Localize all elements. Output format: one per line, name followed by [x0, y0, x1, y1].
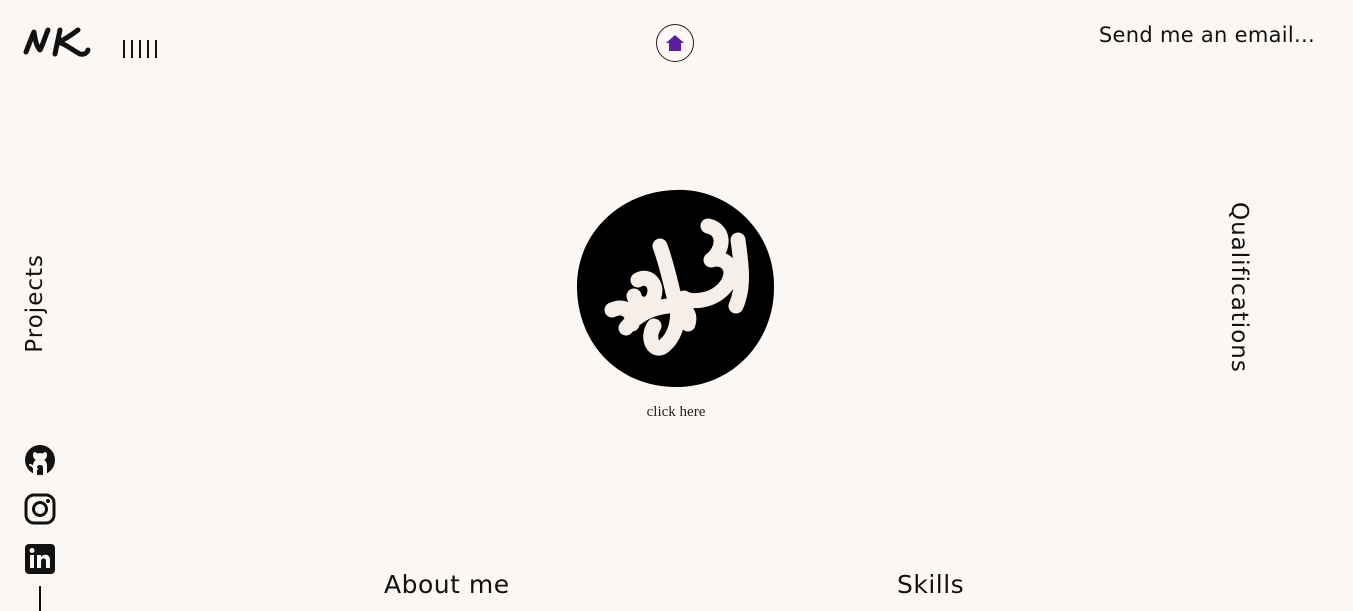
menu-bar	[123, 40, 125, 58]
linkedin-link[interactable]	[24, 543, 56, 575]
send-email-link[interactable]: Send me an email...	[1099, 23, 1315, 47]
github-link[interactable]	[24, 444, 56, 476]
about-me-heading: About me	[384, 570, 510, 599]
skills-heading: Skills	[897, 570, 965, 599]
github-icon	[25, 445, 55, 475]
linkedin-icon	[25, 544, 55, 574]
click-here-label[interactable]: click here	[576, 404, 776, 421]
avatar-logo[interactable]	[576, 188, 776, 388]
menu-bar	[147, 40, 149, 58]
home-icon	[666, 35, 684, 51]
nav-projects[interactable]: Projects	[22, 254, 48, 353]
sidebar-divider-line	[39, 586, 41, 611]
home-button[interactable]	[656, 24, 694, 62]
instagram-link[interactable]	[24, 493, 56, 525]
menu-toggle[interactable]	[123, 40, 157, 58]
nk-logo[interactable]: NK	[22, 22, 92, 62]
instagram-icon	[24, 493, 56, 525]
page: NK Send me an email... Projects Qualific…	[0, 0, 1353, 611]
nk-avatar-icon	[576, 189, 775, 388]
menu-bar	[155, 40, 157, 58]
nk-logo-mark: NK	[23, 27, 91, 57]
menu-bar	[131, 40, 133, 58]
nav-qualifications[interactable]: Qualifications	[1226, 202, 1252, 373]
menu-bar	[139, 40, 141, 58]
